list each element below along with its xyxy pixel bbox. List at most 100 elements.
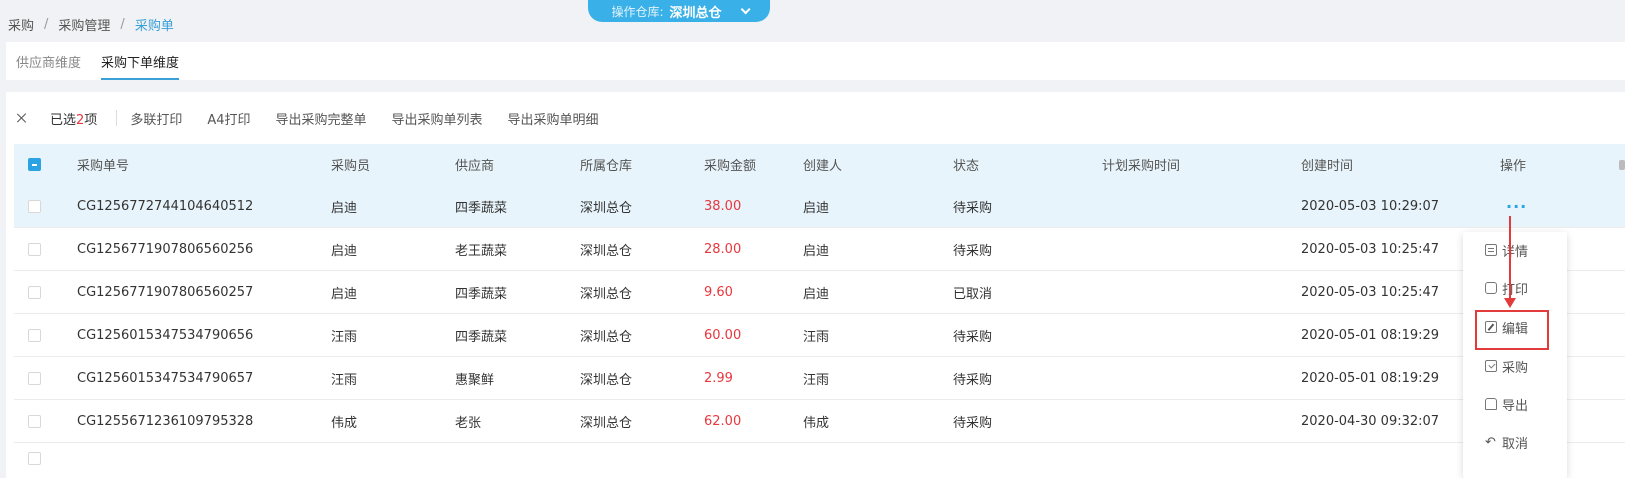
toolbar-divider bbox=[116, 110, 118, 126]
checkbox-calendar-icon bbox=[1485, 360, 1497, 372]
cell-buyer: 伟成 bbox=[331, 415, 358, 431]
export-order-list-button[interactable]: 导出采购单列表 bbox=[392, 109, 483, 128]
document-icon bbox=[1485, 244, 1497, 256]
export-full-order-button[interactable]: 导出采购完整单 bbox=[276, 109, 367, 128]
multi-print-button[interactable]: 多联打印 bbox=[130, 109, 182, 128]
table-row[interactable]: CG1256772744104640512 启迪 四季蔬菜 深圳总仓 38.00… bbox=[14, 185, 1625, 228]
col-header-created-time[interactable]: 创建时间 bbox=[1301, 144, 1353, 185]
warehouse-value: 深圳总仓 bbox=[669, 5, 722, 21]
breadcrumb-item-purchase[interactable]: 采购 bbox=[8, 15, 34, 34]
breadcrumb-separator: / bbox=[44, 16, 49, 32]
cell-status: 待采购 bbox=[953, 372, 993, 388]
cell-created-time: 2020-05-03 10:29:07 bbox=[1301, 198, 1440, 214]
row-checkbox[interactable] bbox=[28, 285, 41, 299]
cell-supplier: 老王蔬菜 bbox=[455, 243, 508, 259]
cell-warehouse: 深圳总仓 bbox=[580, 200, 633, 216]
cell-created-time: 2020-05-01 08:19:29 bbox=[1301, 370, 1440, 386]
menu-item-detail[interactable]: 详情 bbox=[1485, 240, 1528, 260]
cell-order-no: CG1255671236109795328 bbox=[77, 413, 254, 429]
a4-print-button[interactable]: A4打印 bbox=[207, 109, 250, 128]
cell-supplier: 惠聚鲜 bbox=[455, 372, 495, 388]
cell-amount: 62.00 bbox=[704, 413, 742, 429]
dimension-tabs: 供应商维度 采购下单维度 bbox=[6, 42, 1625, 80]
row-checkbox[interactable] bbox=[28, 451, 41, 465]
annotation-arrow-head bbox=[1504, 298, 1516, 308]
row-checkbox[interactable] bbox=[28, 328, 41, 342]
cell-status: 待采购 bbox=[953, 243, 993, 259]
undo-icon: ↶ bbox=[1485, 434, 1496, 450]
col-header-status[interactable]: 状态 bbox=[953, 144, 979, 185]
col-header-amount[interactable]: 采购金额 bbox=[704, 144, 756, 185]
cell-order-no: CG1256772744104640512 bbox=[77, 198, 254, 214]
cell-creator: 启迪 bbox=[803, 286, 830, 302]
cell-creator: 启迪 bbox=[803, 243, 830, 259]
cell-creator: 伟成 bbox=[803, 415, 830, 431]
selected-count-label: 已选2项 bbox=[50, 112, 98, 128]
col-header-creator[interactable]: 创建人 bbox=[803, 144, 842, 185]
col-header-warehouse[interactable]: 所属仓库 bbox=[580, 144, 632, 185]
cell-supplier: 四季蔬菜 bbox=[455, 200, 508, 216]
cell-status: 待采购 bbox=[953, 329, 993, 345]
cell-warehouse: 深圳总仓 bbox=[580, 286, 633, 302]
annotation-arrow bbox=[1509, 216, 1511, 302]
cell-buyer: 汪雨 bbox=[331, 329, 358, 345]
column-settings-icon[interactable] bbox=[1619, 160, 1625, 170]
cell-status: 待采购 bbox=[953, 200, 993, 216]
cell-status: 已取消 bbox=[953, 286, 993, 302]
cell-buyer: 启迪 bbox=[331, 286, 358, 302]
cell-amount: 60.00 bbox=[704, 327, 742, 343]
cell-created-time: 2020-05-03 10:25:47 bbox=[1301, 284, 1440, 300]
table-row[interactable]: CG1256015347534790656 汪雨 四季蔬菜 深圳总仓 60.00… bbox=[14, 314, 1625, 357]
row-checkbox[interactable] bbox=[28, 371, 41, 385]
select-all-checkbox[interactable] bbox=[28, 158, 41, 171]
table-row[interactable]: CG1255671236109795328 伟成 老张 深圳总仓 62.00 伟… bbox=[14, 400, 1625, 443]
table-row[interactable]: CG1256015347534790657 汪雨 惠聚鲜 深圳总仓 2.99 汪… bbox=[14, 357, 1625, 400]
row-checkbox[interactable] bbox=[28, 199, 41, 213]
cell-supplier: 四季蔬菜 bbox=[455, 286, 508, 302]
printer-icon bbox=[1485, 282, 1497, 294]
row-actions-menu: 详情 打印 编辑 采购 导出 ↶ 取消 bbox=[1463, 232, 1567, 478]
table-row[interactable]: CG1256771907806560257 启迪 四季蔬菜 深圳总仓 9.60 … bbox=[14, 271, 1625, 314]
warehouse-selector[interactable]: 操作仓库: 深圳总仓 bbox=[588, 0, 770, 22]
cell-amount: 9.60 bbox=[704, 284, 733, 300]
tab-order-dimension[interactable]: 采购下单维度 bbox=[91, 42, 189, 80]
annotation-highlight-box bbox=[1475, 310, 1549, 350]
export-order-detail-button[interactable]: 导出采购单明细 bbox=[508, 109, 599, 128]
warehouse-label: 操作仓库: bbox=[611, 4, 664, 19]
cell-buyer: 汪雨 bbox=[331, 372, 358, 388]
row-checkbox[interactable] bbox=[28, 414, 41, 428]
menu-item-purchase[interactable]: 采购 bbox=[1485, 356, 1528, 376]
batch-toolbar: 已选2项 多联打印 A4打印 导出采购完整单 导出采购单列表 导出采购单明细 bbox=[6, 92, 1625, 144]
menu-item-cancel[interactable]: ↶ 取消 bbox=[1485, 432, 1528, 452]
cell-status: 待采购 bbox=[953, 415, 993, 431]
tab-supplier-dimension[interactable]: 供应商维度 bbox=[6, 42, 91, 80]
cell-supplier: 老张 bbox=[455, 415, 482, 431]
close-icon[interactable] bbox=[15, 111, 29, 125]
row-checkbox[interactable] bbox=[28, 242, 41, 256]
cell-order-no: CG1256015347534790657 bbox=[77, 370, 254, 386]
cell-amount: 38.00 bbox=[704, 198, 742, 214]
cell-created-time: 2020-04-30 09:32:07 bbox=[1301, 413, 1440, 429]
menu-item-export[interactable]: 导出 bbox=[1485, 394, 1528, 414]
col-header-supplier[interactable]: 供应商 bbox=[455, 144, 494, 185]
export-icon bbox=[1485, 398, 1497, 410]
cell-created-time: 2020-05-03 10:25:47 bbox=[1301, 241, 1440, 257]
cell-warehouse: 深圳总仓 bbox=[580, 243, 633, 259]
cell-amount: 28.00 bbox=[704, 241, 742, 257]
col-header-actions: 操作 bbox=[1500, 159, 1527, 174]
cell-order-no: CG1256771907806560256 bbox=[77, 241, 254, 257]
cell-creator: 汪雨 bbox=[803, 372, 830, 388]
col-header-buyer[interactable]: 采购员 bbox=[331, 144, 370, 185]
cell-created-time: 2020-05-01 08:19:29 bbox=[1301, 327, 1440, 343]
breadcrumb-item-purchase-management[interactable]: 采购管理 bbox=[58, 15, 110, 34]
cell-creator: 启迪 bbox=[803, 200, 830, 216]
cell-supplier: 四季蔬菜 bbox=[455, 329, 508, 345]
table-row[interactable]: CG1256771907806560256 启迪 老王蔬菜 深圳总仓 28.00… bbox=[14, 228, 1625, 271]
menu-item-print[interactable]: 打印 bbox=[1485, 278, 1528, 298]
cell-warehouse: 深圳总仓 bbox=[580, 415, 633, 431]
col-header-order-no[interactable]: 采购单号 bbox=[77, 144, 129, 185]
col-header-plan-time[interactable]: 计划采购时间 bbox=[1102, 144, 1180, 185]
cell-warehouse: 深圳总仓 bbox=[580, 329, 633, 345]
cell-warehouse: 深圳总仓 bbox=[580, 372, 633, 388]
table-row[interactable] bbox=[14, 443, 1625, 473]
